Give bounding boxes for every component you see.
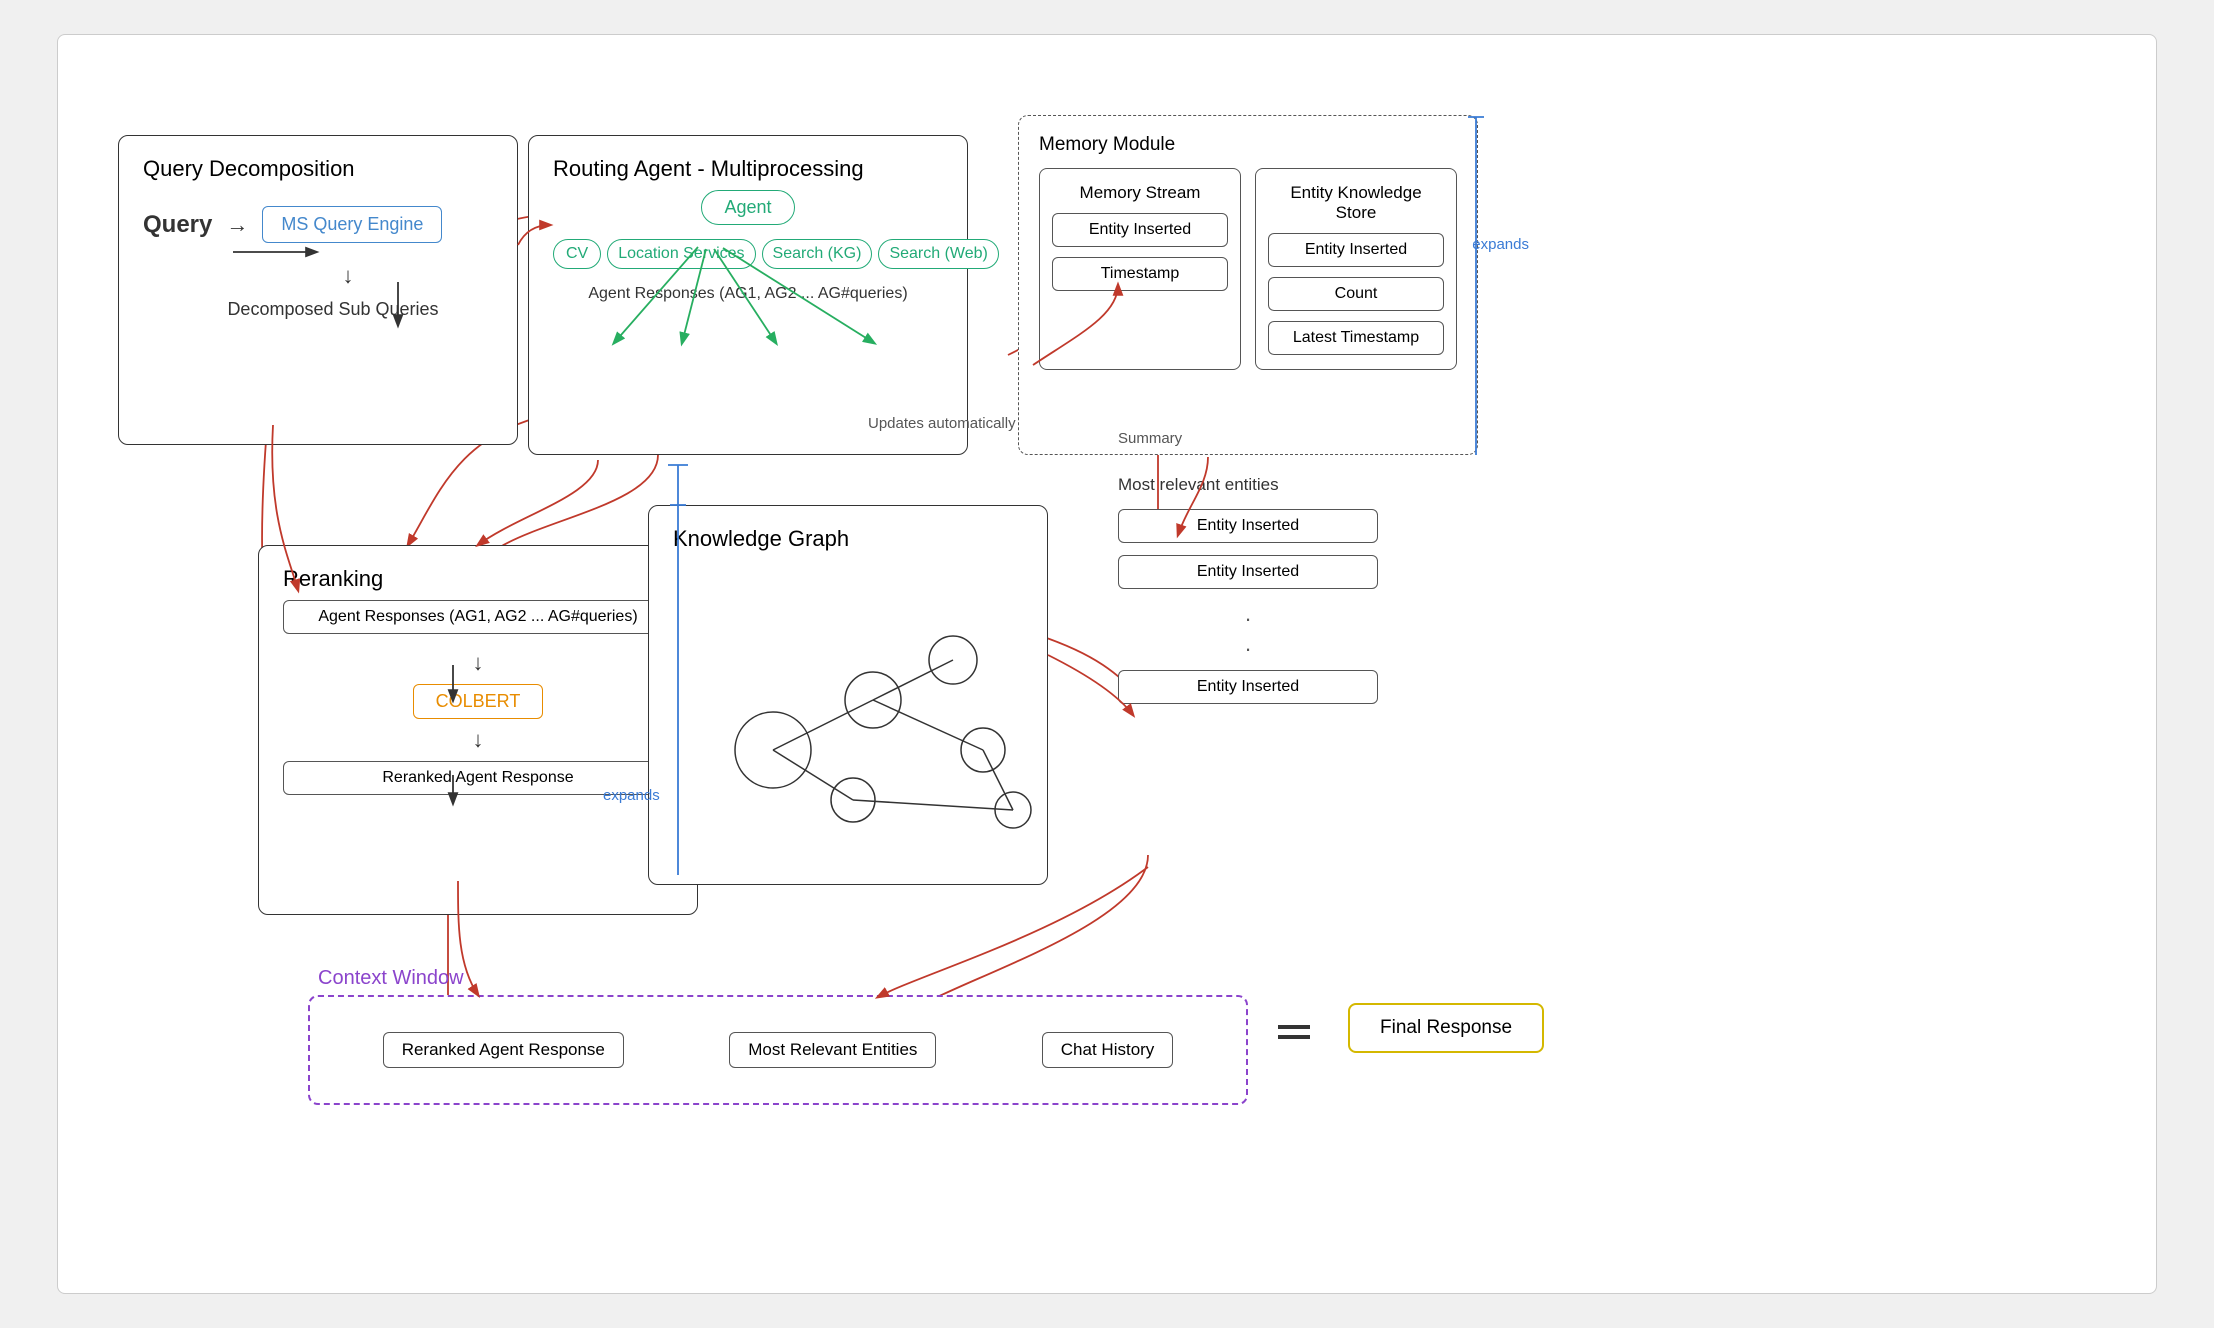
memory-entity-label: Entity Inserted bbox=[1089, 221, 1191, 238]
kg-expands-label: expands bbox=[603, 787, 660, 804]
memory-module-box: Memory Module Memory Stream Entity Inser… bbox=[1018, 115, 1478, 455]
timestamp-label: Timestamp bbox=[1101, 265, 1180, 282]
search-web-box: Search (Web) bbox=[878, 239, 998, 269]
memory-stream-title: Memory Stream bbox=[1052, 183, 1228, 203]
entity3-label: Entity Inserted bbox=[1197, 678, 1299, 695]
final-response-container: Final Response bbox=[1348, 1003, 1544, 1053]
updates-auto-label: Updates automatically bbox=[868, 415, 1016, 432]
location-label: Location Services bbox=[618, 245, 744, 262]
dots1: . bbox=[1118, 601, 1378, 627]
context-chat-label: Chat History bbox=[1061, 1040, 1155, 1059]
memory-entity-inserted: Entity Inserted bbox=[1052, 213, 1228, 247]
latest-timestamp-label: Latest Timestamp bbox=[1293, 329, 1419, 346]
context-entities: Most Relevant Entities bbox=[729, 1032, 936, 1068]
entity2-label: Entity Inserted bbox=[1197, 563, 1299, 580]
kg-title: Knowledge Graph bbox=[673, 526, 1023, 552]
context-reranked: Reranked Agent Response bbox=[383, 1032, 624, 1068]
reranking-box: Reranking Agent Responses (AG1, AG2 ... … bbox=[258, 545, 698, 915]
equals-sign bbox=[1278, 1025, 1310, 1039]
knowledge-graph-box: Knowledge Graph expands bbox=[648, 505, 1048, 885]
reranking-responses-label: Agent Responses (AG1, AG2 ... AG#queries… bbox=[318, 608, 637, 625]
reranking-title: Reranking bbox=[283, 566, 673, 592]
entity-store-title: Entity Knowledge Store bbox=[1268, 183, 1444, 223]
reranking-responses: Agent Responses (AG1, AG2 ... AG#queries… bbox=[283, 600, 673, 634]
final-response-label: Final Response bbox=[1380, 1017, 1512, 1038]
routing-agent-box: Routing Agent - Multiprocessing Agent CV… bbox=[528, 135, 968, 455]
latest-timestamp-box: Latest Timestamp bbox=[1268, 321, 1444, 355]
colbert-box: COLBERT bbox=[413, 684, 544, 719]
search-kg-box: Search (KG) bbox=[762, 239, 873, 269]
entity1-label: Entity Inserted bbox=[1197, 517, 1299, 534]
main-canvas: Query Decomposition Query → MS Query Eng… bbox=[57, 34, 2157, 1294]
dots2: . bbox=[1118, 631, 1378, 657]
routing-agent-title: Routing Agent - Multiprocessing bbox=[553, 156, 943, 182]
colbert-label: COLBERT bbox=[436, 691, 521, 711]
memory-expands-label: expands bbox=[1472, 236, 1529, 253]
context-reranked-label: Reranked Agent Response bbox=[402, 1040, 605, 1059]
count-box: Count bbox=[1268, 277, 1444, 311]
final-response-box: Final Response bbox=[1348, 1003, 1544, 1053]
cv-box: CV bbox=[553, 239, 601, 269]
search-kg-label: Search (KG) bbox=[773, 245, 862, 262]
most-relevant-section: Most relevant entities Entity Inserted E… bbox=[1118, 475, 1378, 704]
context-chat: Chat History bbox=[1042, 1032, 1174, 1068]
summary-label: Summary bbox=[1118, 430, 1182, 447]
ms-query-engine-label: MS Query Engine bbox=[281, 214, 423, 234]
entity2-box: Entity Inserted bbox=[1118, 555, 1378, 589]
count-label: Count bbox=[1335, 285, 1378, 302]
query-label: Query bbox=[143, 211, 212, 239]
store-entity-inserted: Entity Inserted bbox=[1268, 233, 1444, 267]
location-box: Location Services bbox=[607, 239, 755, 269]
agent-label: Agent bbox=[724, 197, 771, 217]
arrow-right: → bbox=[226, 212, 248, 238]
agent-box: Agent bbox=[701, 190, 794, 225]
query-decomp-title: Query Decomposition bbox=[143, 156, 493, 182]
search-web-label: Search (Web) bbox=[889, 245, 987, 262]
entity1-box: Entity Inserted bbox=[1118, 509, 1378, 543]
down-arrow-1: ↓ bbox=[343, 263, 354, 289]
memory-timestamp: Timestamp bbox=[1052, 257, 1228, 291]
context-entities-label: Most Relevant Entities bbox=[748, 1040, 917, 1059]
context-window-container: Context Window Reranked Agent Response M… bbox=[308, 995, 1248, 1105]
cv-label: CV bbox=[566, 245, 588, 262]
store-entity-label: Entity Inserted bbox=[1305, 241, 1407, 258]
kg-graph bbox=[673, 570, 1033, 850]
most-relevant-title: Most relevant entities bbox=[1118, 475, 1378, 495]
entity3-box: Entity Inserted bbox=[1118, 670, 1378, 704]
memory-module-title: Memory Module bbox=[1039, 134, 1457, 156]
ms-query-engine-box: MS Query Engine bbox=[262, 206, 442, 243]
query-decomp-box: Query Decomposition Query → MS Query Eng… bbox=[118, 135, 518, 445]
context-window-title: Context Window bbox=[318, 967, 464, 990]
agent-responses-label: Agent Responses (AG1, AG2 ... AG#queries… bbox=[588, 285, 907, 302]
reranked-label: Reranked Agent Response bbox=[382, 769, 573, 786]
decomposed-label: Decomposed Sub Queries bbox=[227, 299, 438, 319]
context-window-box: Reranked Agent Response Most Relevant En… bbox=[308, 995, 1248, 1105]
